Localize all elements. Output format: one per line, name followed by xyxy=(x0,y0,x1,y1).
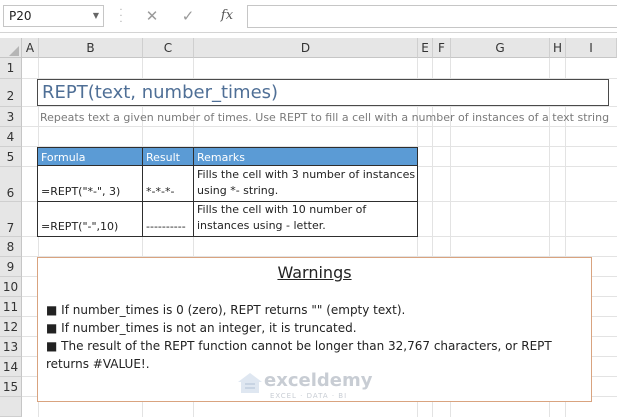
row-header-13[interactable]: 13 xyxy=(0,337,22,357)
drag-handle-icon[interactable]: · · · xyxy=(116,6,126,28)
row-header-9[interactable]: 9 xyxy=(0,257,22,277)
row-header-7[interactable]: 7 xyxy=(0,202,22,237)
row-header-2[interactable]: 2 xyxy=(0,79,22,107)
column-header-b[interactable]: B xyxy=(39,38,143,58)
row-header-16[interactable] xyxy=(0,397,22,417)
exceldemy-logo-icon xyxy=(238,373,262,393)
table-header-remarks[interactable]: Remarks xyxy=(194,147,418,166)
formula-input[interactable] xyxy=(247,5,617,28)
column-header-i[interactable]: I xyxy=(566,38,617,58)
row-header-1[interactable]: 1 xyxy=(0,58,22,79)
remarks-line: instances using - letter. xyxy=(197,219,326,232)
table-cell-remarks[interactable]: Fills the cell with 3 number of instance… xyxy=(194,166,418,202)
row-header-12[interactable]: 12 xyxy=(0,317,22,337)
close-icon[interactable]: ✕ xyxy=(140,6,164,26)
row-header-5[interactable]: 5 xyxy=(0,147,22,167)
row-header-14[interactable]: 14 xyxy=(0,357,22,377)
column-header-h[interactable]: H xyxy=(550,38,566,58)
column-header-e[interactable]: E xyxy=(418,38,433,58)
warning-item: ■ The result of the REPT function cannot… xyxy=(46,339,552,353)
table-cell-formula[interactable]: =REPT("-",10) xyxy=(37,202,143,237)
table-cell-result[interactable]: *-*-*- xyxy=(143,166,194,202)
warning-item: ■ If number_times is 0 (zero), REPT retu… xyxy=(46,303,406,317)
row-header-11[interactable]: 11 xyxy=(0,297,22,317)
sheet-description[interactable]: Repeats text a given number of times. Us… xyxy=(40,110,615,126)
gridline xyxy=(22,126,617,127)
warning-item: ■ If number_times is not an integer, it … xyxy=(46,321,357,335)
select-all-icon xyxy=(9,46,19,56)
insert-function-button[interactable]: fx xyxy=(213,6,241,26)
remarks-line: using *- string. xyxy=(197,184,279,197)
column-header-d[interactable]: D xyxy=(194,38,418,58)
warnings-title-text: Warnings xyxy=(277,263,352,282)
table-cell-result[interactable]: ---------- xyxy=(143,202,194,237)
chevron-down-icon[interactable]: ▼ xyxy=(89,5,103,27)
watermark-name: exceldemy xyxy=(264,370,373,391)
table-cell-formula[interactable]: =REPT("*-", 3) xyxy=(37,166,143,202)
column-header-f[interactable]: F xyxy=(433,38,451,58)
check-icon[interactable]: ✓ xyxy=(176,6,200,26)
remarks-line: Fills the cell with 10 number of xyxy=(197,203,367,216)
column-header-c[interactable]: C xyxy=(143,38,194,58)
row-header-10[interactable]: 10 xyxy=(0,277,22,297)
gridline xyxy=(22,106,617,107)
row-header-3[interactable]: 3 xyxy=(0,107,22,127)
table-cell-remarks[interactable]: Fills the cell with 10 number of instanc… xyxy=(194,202,418,237)
row-header-15[interactable]: 15 xyxy=(0,377,22,397)
row-header-6[interactable]: 6 xyxy=(0,167,22,202)
watermark-tagline: EXCEL · DATA · BI xyxy=(270,392,348,400)
column-header-g[interactable]: G xyxy=(451,38,550,58)
table-header-result[interactable]: Result xyxy=(143,147,194,166)
row-header-8[interactable]: 8 xyxy=(0,237,22,257)
table-header-formula[interactable]: Formula xyxy=(37,147,143,166)
row-header-4[interactable]: 4 xyxy=(0,127,22,147)
warnings-title: Warnings xyxy=(37,262,592,284)
sheet-title[interactable]: REPT(text, number_times) xyxy=(37,79,609,106)
column-header-a[interactable]: A xyxy=(22,38,39,58)
remarks-line: Fills the cell with 3 number of instance… xyxy=(197,168,416,181)
